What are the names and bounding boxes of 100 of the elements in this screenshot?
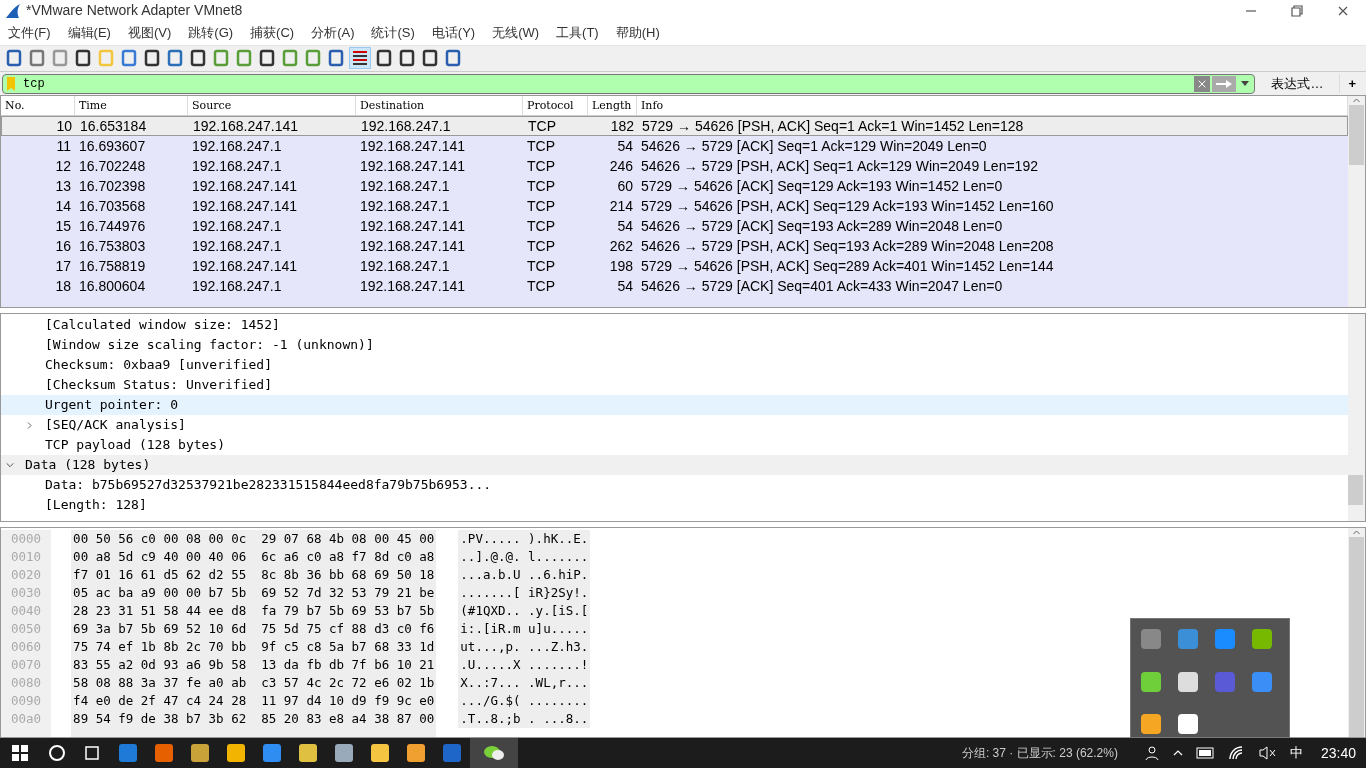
- packet-row[interactable]: 16 16.753803 192.168.247.1 192.168.247.141 TCP 262 54626 → 5729 [PSH, ACK] Seq=193 Ack=289 Win=2048 Len=208: [1, 236, 1348, 257]
- taskbar-app-icon[interactable]: [405, 742, 427, 764]
- column-header[interactable]: Time: [75, 96, 188, 116]
- status-text: 分组: 37 · 已显示: 23 (62.2%): [961, 745, 1118, 762]
- hex-bytes[interactable]: 58 08 88 3a 37 fe a0 ab c3 57 4c 2c 72 e6 02 1b: [73, 674, 435, 692]
- close-icon[interactable]: [1337, 4, 1349, 17]
- active-app-tab[interactable]: [470, 738, 518, 768]
- detail-line[interactable]: Data: b75b69527d32537921be282331515844eed8fa79b75b6953...: [45, 475, 492, 495]
- taskbar-app-icon[interactable]: [333, 742, 355, 764]
- packet-row[interactable]: 18 16.800604 192.168.247.1 192.168.247.141 TCP 54 54626 → 5729 [ACK] Seq=401 Ack=433 Win=2047 Len=0: [1, 276, 1348, 297]
- tray-icon[interactable]: [1178, 671, 1198, 692]
- menu-item[interactable]: 视图(V): [123, 23, 176, 43]
- people-icon[interactable]: [1143, 745, 1160, 761]
- menu-item[interactable]: 捕获(C): [246, 23, 299, 43]
- dropdown-caret-icon[interactable]: [1241, 81, 1250, 87]
- hex-bytes[interactable]: 89 54 f9 de 38 b7 3b 62 85 20 83 e8 a4 38 87 00: [73, 710, 435, 728]
- windows-logo-icon[interactable]: [12, 745, 28, 761]
- ascii-text[interactable]: .......[ iR}2Sy!.: [460, 584, 589, 602]
- task-view-icon[interactable]: [82, 745, 102, 761]
- toolbar-icon[interactable]: [73, 48, 93, 69]
- hex-bytes[interactable]: 28 23 31 51 58 44 ee d8 fa 79 b7 5b 69 53 b7 5b: [73, 602, 435, 620]
- detail-line[interactable]: TCP payload (128 bytes): [1, 435, 1348, 456]
- ascii-text[interactable]: i:.[iR.m u]u.....: [460, 620, 589, 638]
- hex-bytes[interactable]: 00 a8 5d c9 40 00 40 06 6c a6 c0 a8 f7 8d c0 a8: [73, 548, 435, 566]
- menu-item[interactable]: 分析(A): [307, 23, 359, 43]
- ascii-text[interactable]: ...a.b.U ..6.hiP.: [460, 566, 589, 584]
- menu-item[interactable]: 电话(Y): [427, 23, 480, 43]
- scrollbar[interactable]: [1348, 96, 1365, 308]
- detail-line[interactable]: [Calculated window size: 1452]: [1, 315, 1348, 336]
- ascii-text[interactable]: .../G.$( ........: [460, 692, 589, 710]
- detail-text: [Checksum Status: Unverified]: [45, 376, 272, 395]
- expression-button[interactable]: 表达式…: [1263, 73, 1332, 94]
- search-icon[interactable]: [48, 744, 66, 762]
- ascii-text[interactable]: ut...,p. ...Z.h3.: [460, 638, 589, 656]
- packet-row[interactable]: 11 16.693607 192.168.247.1 192.168.247.141 TCP 54 54626 → 5729 [ACK] Seq=1 Ack=129 Win=2049 Len=0: [1, 136, 1348, 157]
- taskbar-app-icon[interactable]: [189, 742, 211, 764]
- hex-bytes[interactable]: f4 e0 de 2f 47 c4 24 28 11 97 d4 10 d9 f9 9c e0: [73, 692, 435, 710]
- menu-item[interactable]: 无线(W): [488, 23, 544, 43]
- menu-item[interactable]: 编辑(E): [63, 23, 115, 43]
- tray-icon[interactable]: [1141, 671, 1161, 692]
- column-header[interactable]: Destination: [356, 96, 523, 116]
- toolbar-icon[interactable]: [443, 48, 463, 69]
- toolbar-icon[interactable]: [397, 48, 417, 69]
- taskbar-app-icon[interactable]: [153, 742, 175, 764]
- menu-item[interactable]: 文件(F): [4, 23, 55, 43]
- column-header[interactable]: Protocol: [523, 96, 588, 116]
- toolbar-icon[interactable]: [4, 48, 24, 69]
- toolbar-icon[interactable]: [188, 48, 208, 69]
- taskbar-app-icon[interactable]: [369, 742, 391, 764]
- hex-bytes[interactable]: 69 3a b7 5b 69 52 10 6d 75 5d 75 cf 88 d3 c0 f6: [73, 620, 435, 638]
- toolbar-icon[interactable]: [374, 48, 394, 69]
- hex-bytes[interactable]: f7 01 16 61 d5 62 d2 55 8c 8b 36 bb 68 69 50 18: [73, 566, 435, 584]
- ascii-text[interactable]: .T..8.;b . ...8..: [460, 710, 589, 728]
- menu-item[interactable]: 统计(S): [367, 23, 419, 43]
- hex-bytes[interactable]: 75 74 ef 1b 8b 2c 70 bb 9f c5 c8 5a b7 68 33 1d: [73, 638, 435, 656]
- detail-line[interactable]: [Window size scaling factor: -1 (unknown)]: [1, 335, 1348, 356]
- column-header[interactable]: Source: [188, 96, 356, 116]
- ascii-text[interactable]: .U.....X .......!: [460, 656, 589, 674]
- taskbar-app-icon[interactable]: [297, 742, 319, 764]
- ascii-text[interactable]: (#1QXD.. .y.[iS.[: [460, 602, 589, 620]
- column-header[interactable]: Length: [588, 96, 637, 116]
- ascii-text[interactable]: ..].@.@. l.......: [460, 548, 589, 566]
- packet-row[interactable]: 17 16.758819 192.168.247.141 192.168.247.1 TCP 198 5729 → 54626 [PSH, ACK] Seq=289 Ack=401 Win=1452 Len=144: [1, 256, 1348, 277]
- toolbar-icon[interactable]: [326, 48, 346, 69]
- ascii-text[interactable]: X..:7... .WL,r...: [460, 674, 589, 692]
- tray-icon[interactable]: [1141, 714, 1161, 735]
- toolbar-icon[interactable]: [142, 48, 162, 69]
- detail-section[interactable]: Data (128 bytes): [1, 455, 1348, 476]
- toolbar-icon[interactable]: [257, 48, 277, 69]
- filter-field[interactable]: tcp: [2, 73, 1256, 94]
- packet-row[interactable]: 10 16.653184 192.168.247.141 192.168.247.1 TCP 182 5729 → 54626 [PSH, ACK] Seq=1 Ack=1 Win=1452 Len=128: [1, 116, 1348, 137]
- add-filter-button[interactable]: +: [1339, 73, 1364, 94]
- menu-item[interactable]: 工具(T): [552, 23, 603, 43]
- detail-line[interactable]: [Checksum Status: Unverified]: [1, 375, 1348, 396]
- detail-line[interactable]: [Length: 128]: [45, 495, 147, 515]
- packet-row[interactable]: 15 16.744976 192.168.247.1 192.168.247.141 TCP 54 54626 → 5729 [ACK] Seq=193 Ack=289 Win=2048 Len=0: [1, 216, 1348, 237]
- battery-icon[interactable]: [1195, 747, 1216, 759]
- muted-speaker-icon[interactable]: [1257, 745, 1276, 761]
- clock[interactable]: 23:40: [1320, 742, 1356, 764]
- menu-item[interactable]: 帮助(H): [611, 23, 664, 43]
- colorize-button[interactable]: [349, 47, 371, 70]
- packet-row[interactable]: 13 16.702398 192.168.247.141 192.168.247.1 TCP 60 5729 → 54626 [ACK] Seq=129 Ack=193 Win=1452 Len=0: [1, 176, 1348, 197]
- packet-row[interactable]: 12 16.702248 192.168.247.1 192.168.247.141 TCP 246 54626 → 5729 [PSH, ACK] Seq=1 Ack=129 Win=2049 Len=192: [1, 156, 1348, 177]
- column-header[interactable]: No.: [1, 96, 75, 116]
- detail-line[interactable]: [SEQ/ACK analysis]: [1, 415, 1348, 436]
- hex-bytes[interactable]: 83 55 a2 0d 93 a6 9b 58 13 da fb db 7f b6 10 21: [73, 656, 435, 674]
- taskbar-app-icon[interactable]: [225, 742, 247, 764]
- scrollbar[interactable]: [1348, 528, 1365, 737]
- tray-icon[interactable]: [1178, 714, 1198, 735]
- hex-bytes[interactable]: 00 50 56 c0 00 08 00 0c 29 07 68 4b 08 00 45 00: [73, 530, 435, 548]
- scrollbar[interactable]: [1348, 314, 1365, 522]
- detail-line[interactable]: Checksum: 0xbaa9 [unverified]: [1, 355, 1348, 376]
- toolbar-icon[interactable]: [420, 48, 440, 69]
- input-method-indicator[interactable]: 中: [1289, 743, 1303, 763]
- ascii-text[interactable]: .PV..... ).hK..E.: [460, 530, 589, 548]
- restore-icon[interactable]: [1291, 4, 1303, 17]
- taskbar-app-icon[interactable]: [261, 742, 283, 764]
- packet-row[interactable]: 14 16.703568 192.168.247.141 192.168.247.1 TCP 214 5729 → 54626 [PSH, ACK] Seq=129 Ack=193 Win=1452 Len=160: [1, 196, 1348, 217]
- menu-item[interactable]: 跳转(G): [184, 23, 238, 43]
- hex-bytes[interactable]: 05 ac ba a9 00 00 b7 5b 69 52 7d 32 53 79 21 be: [73, 584, 435, 602]
